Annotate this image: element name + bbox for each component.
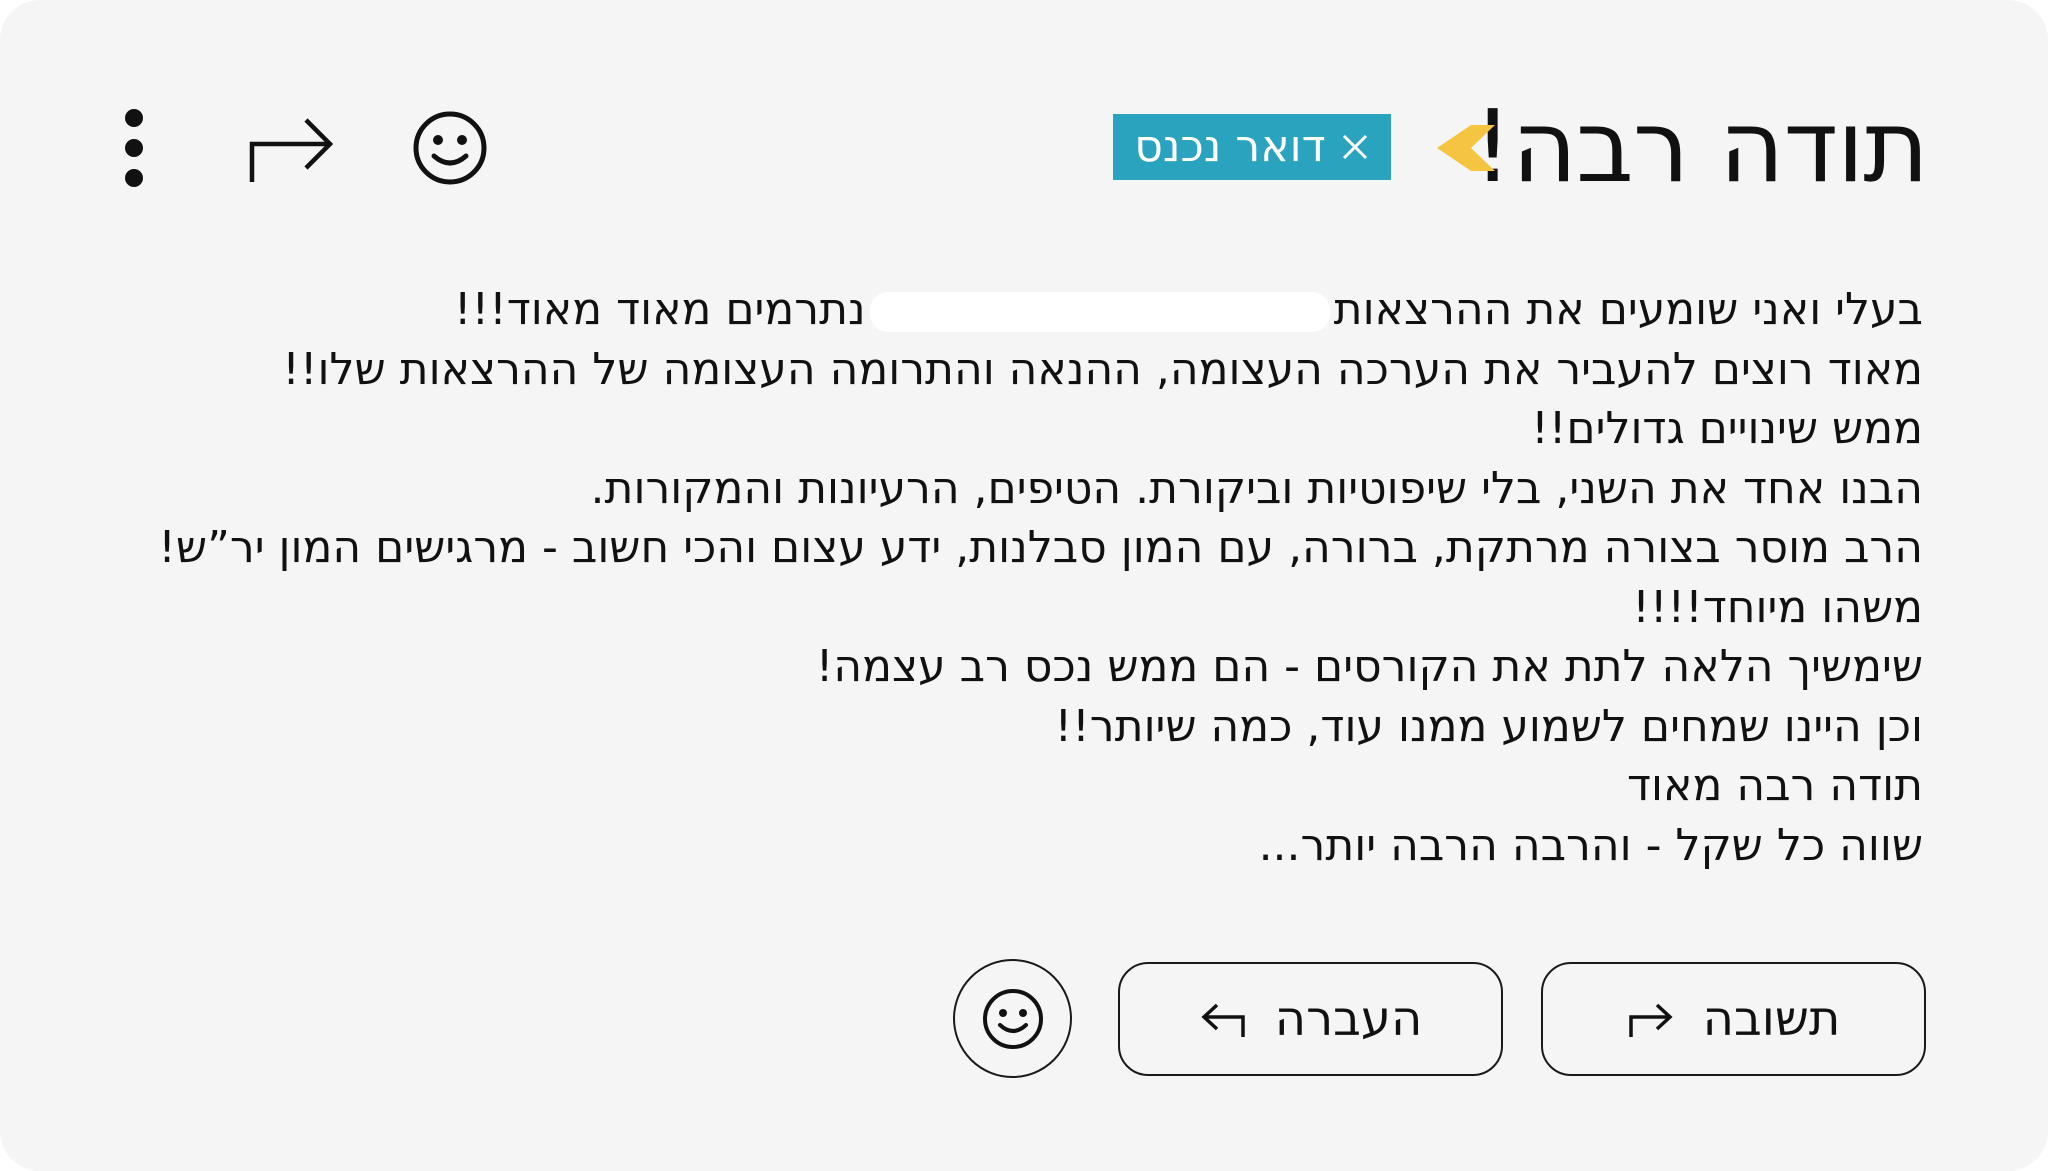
email-body: בעלי ואני שומעים את ההרצאות נתרמים מאוד מ… <box>123 280 1923 875</box>
reply-button[interactable]: תשובה <box>1541 962 1926 1076</box>
email-view: תודה רבה! דואר נכנס בעלי ואני שומעים את … <box>0 0 2048 1171</box>
forward-button[interactable]: העברה <box>1118 962 1503 1076</box>
body-line: ממש שינויים גדולים!! <box>1531 403 1923 454</box>
more-vertical-icon[interactable] <box>112 106 156 190</box>
label-chip-inbox: דואר נכנס <box>1113 114 1391 180</box>
emoji-smile-icon[interactable] <box>410 108 490 188</box>
remove-label-icon[interactable] <box>1340 132 1370 162</box>
body-line: בעלי ואני שומעים את ההרצאות נתרמים מאוד מ… <box>123 280 1923 340</box>
body-line: מאוד רוצים להעביר את הערכה העצומה, ההנאה… <box>282 343 1923 395</box>
reply-arrow-icon <box>1628 1003 1673 1037</box>
reply-button-label: תשובה <box>1702 991 1841 1047</box>
add-reaction-button[interactable] <box>953 959 1072 1078</box>
label-chip-text: דואר נכנס <box>1134 121 1326 172</box>
body-line: הרב מוסר בצורה מרתקת, ברורה, עם המון סבל… <box>158 522 1923 573</box>
body-line-part: בעלי ואני שומעים את ההרצאות <box>1333 284 1923 335</box>
forward-arrow-icon <box>1201 1003 1245 1037</box>
forward-arrow-icon[interactable] <box>246 108 338 188</box>
body-line: שווה כל שקל - והרבה הרבה יותר... <box>1258 819 1923 871</box>
redacted-text <box>869 292 1330 332</box>
body-line: הבנו אחד את השני, בלי שיפוטיות וביקורת. … <box>590 462 1923 514</box>
body-line: משהו מיוחד!!!! <box>1632 581 1923 633</box>
body-line: וכן היינו שמחים לשמוע ממנו עוד, כמה שיות… <box>1054 700 1923 752</box>
body-line: שימשיך הלאה לתת את הקורסים - הם ממש נכס … <box>815 641 1923 692</box>
email-subject: תודה רבה! <box>1472 88 1929 205</box>
body-line: תודה רבה מאוד <box>1627 760 1923 811</box>
body-line-part: נתרמים מאוד מאוד!!! <box>453 284 866 335</box>
forward-button-label: העברה <box>1274 991 1423 1047</box>
important-marker-icon[interactable] <box>1437 125 1495 171</box>
emoji-smile-icon <box>982 988 1043 1049</box>
